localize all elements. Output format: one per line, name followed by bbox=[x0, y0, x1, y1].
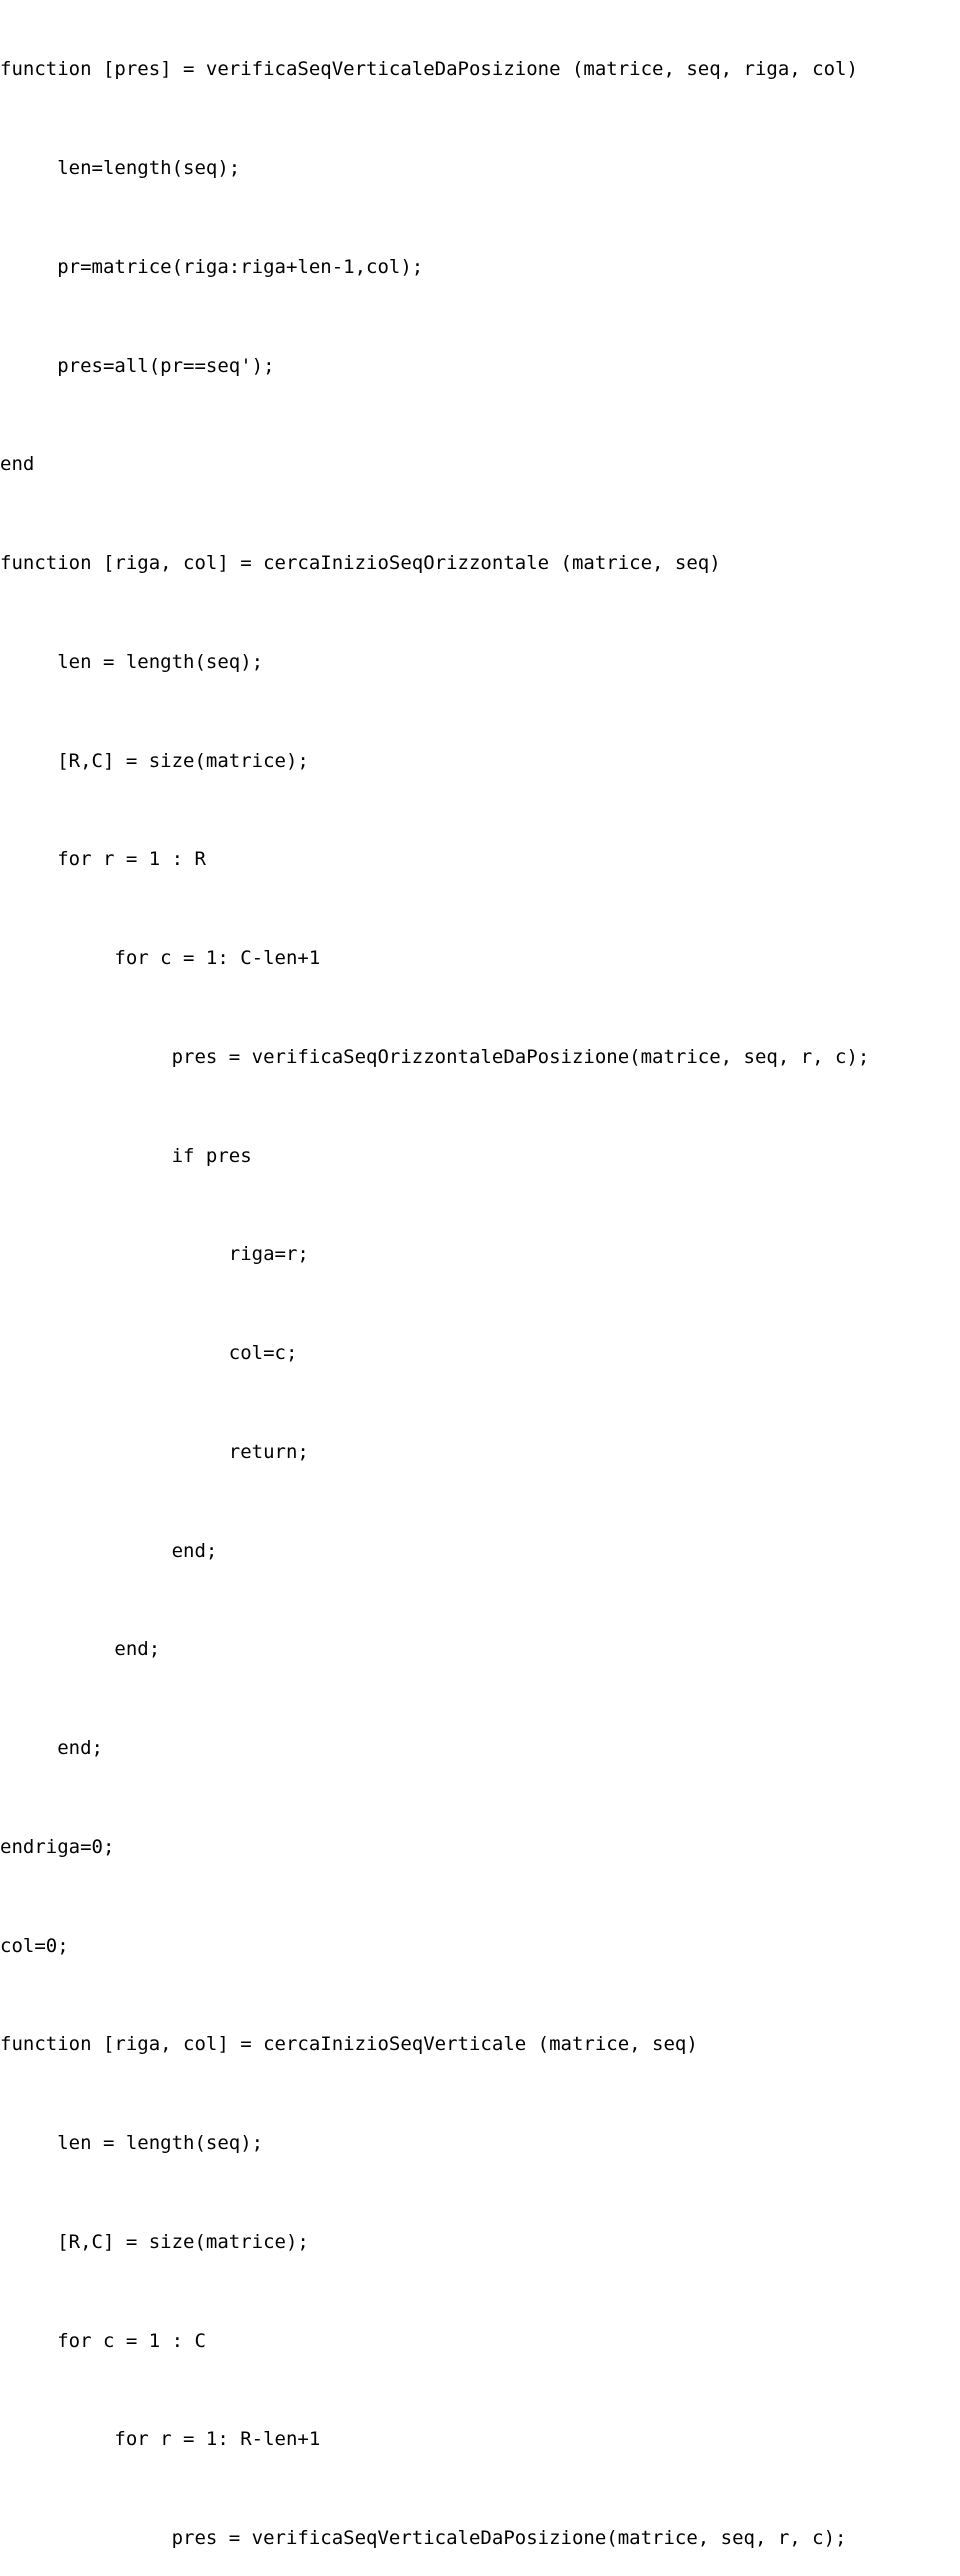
code-block: function [pres] = verificaSeqVerticaleDa… bbox=[0, 8, 960, 2576]
code-line: endriga=0; bbox=[0, 1835, 960, 1860]
code-line: for r = 1 : R bbox=[0, 847, 960, 872]
code-line: end; bbox=[0, 1736, 960, 1761]
code-line: for c = 1 : C bbox=[0, 2329, 960, 2354]
code-line: for r = 1: R-len+1 bbox=[0, 2427, 960, 2452]
code-line: [R,C] = size(matrice); bbox=[0, 749, 960, 774]
code-line: function [pres] = verificaSeqVerticaleDa… bbox=[0, 57, 960, 82]
code-line: for c = 1: C-len+1 bbox=[0, 946, 960, 971]
code-line: len = length(seq); bbox=[0, 2131, 960, 2156]
code-line: if pres bbox=[0, 1144, 960, 1169]
code-line: [R,C] = size(matrice); bbox=[0, 2230, 960, 2255]
code-line: pres = verificaSeqVerticaleDaPosizione(m… bbox=[0, 2526, 960, 2551]
code-line: function [riga, col] = cercaInizioSeqOri… bbox=[0, 551, 960, 576]
code-line: col=0; bbox=[0, 1934, 960, 1959]
code-line: end; bbox=[0, 1637, 960, 1662]
code-line: end bbox=[0, 452, 960, 477]
code-line: len=length(seq); bbox=[0, 156, 960, 181]
code-line: riga=r; bbox=[0, 1242, 960, 1267]
code-line: return; bbox=[0, 1440, 960, 1465]
code-line: len = length(seq); bbox=[0, 650, 960, 675]
code-line: end; bbox=[0, 1539, 960, 1564]
code-line: pr=matrice(riga:riga+len-1,col); bbox=[0, 255, 960, 280]
code-line: function [riga, col] = cercaInizioSeqVer… bbox=[0, 2032, 960, 2057]
code-line: pres = verificaSeqOrizzontaleDaPosizione… bbox=[0, 1045, 960, 1070]
code-line: col=c; bbox=[0, 1341, 960, 1366]
code-line: pres=all(pr==seq'); bbox=[0, 354, 960, 379]
